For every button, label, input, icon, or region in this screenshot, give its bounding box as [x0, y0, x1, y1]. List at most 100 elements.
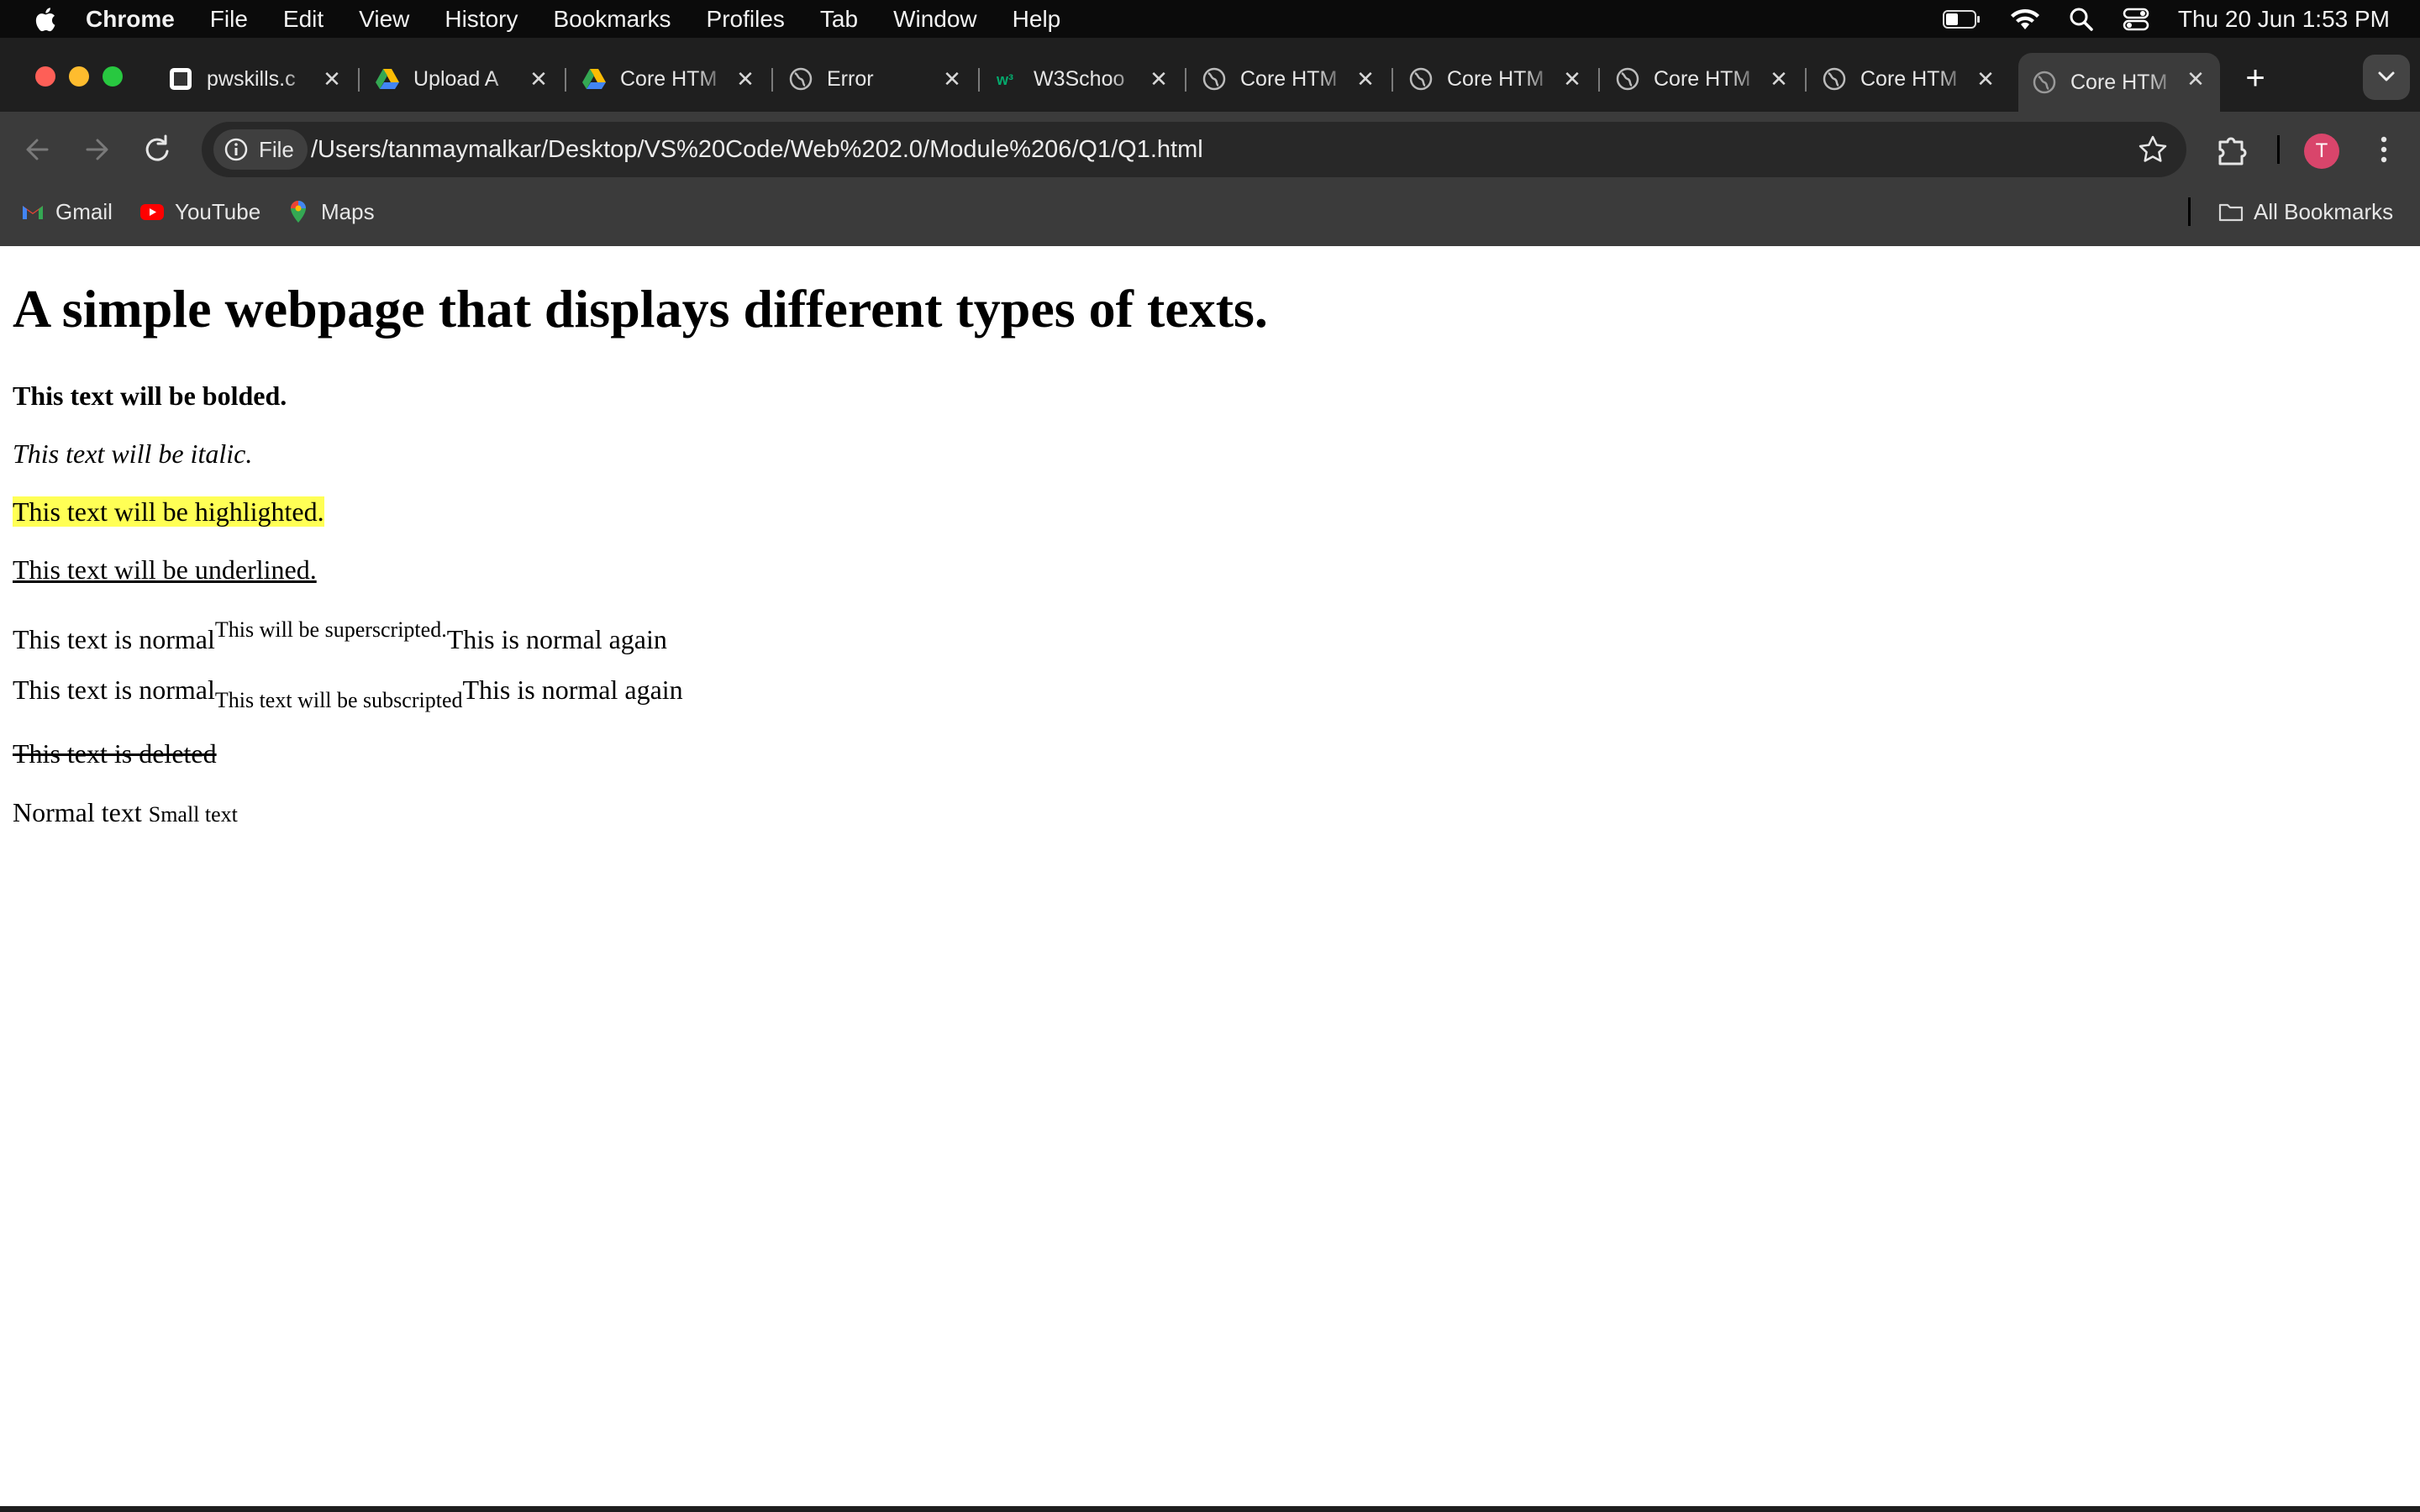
superscript-text: This will be superscripted.	[214, 617, 447, 642]
wifi-icon[interactable]	[2010, 8, 2040, 31]
close-tab-icon[interactable]: ✕	[1146, 66, 1171, 92]
browser-toolbar: File /Users/tanmaymalkar/Desktop/VS%20Co…	[0, 112, 2420, 187]
tab-core-html-active[interactable]: Core HTM ✕	[2018, 53, 2220, 112]
bookmark-youtube[interactable]: YouTube	[139, 187, 260, 236]
tab-title: W3Schoo	[1034, 66, 1125, 91]
tab-core-html-4[interactable]: Core HTM ✕	[1602, 53, 1807, 105]
menu-file[interactable]: File	[210, 6, 248, 33]
close-tab-icon[interactable]: ✕	[319, 66, 345, 92]
tab-title: Error	[827, 66, 874, 91]
tab-strip: pwskills.c ✕ Upload A ✕ Core HTM ✕ Error…	[0, 38, 2420, 112]
superscript-line: This text is normalThis will be superscr…	[13, 617, 667, 655]
tab-title: Core HTM	[1240, 66, 1338, 91]
highlight-line: This text will be highlighted.	[13, 496, 324, 528]
tab-w3schools[interactable]: w³ W3Schoo ✕	[981, 53, 1186, 105]
tab-separator	[565, 68, 566, 92]
bookmark-star-icon[interactable]	[2138, 134, 2168, 165]
window-bottom-edge	[0, 1506, 2420, 1512]
bold-text: This text will be bolded.	[13, 381, 287, 411]
all-bookmarks-button[interactable]: All Bookmarks	[2218, 187, 2393, 236]
globe-icon	[1823, 67, 1846, 91]
tab-separator	[1598, 68, 1600, 92]
apple-menu-icon[interactable]	[32, 5, 57, 34]
page-content: A simple webpage that displays different…	[0, 246, 2420, 1506]
close-tab-icon[interactable]: ✕	[1766, 66, 1791, 92]
normal-again-text: This is normal again	[446, 624, 667, 654]
close-tab-icon[interactable]: ✕	[1973, 66, 1998, 92]
control-center-icon[interactable]	[2123, 7, 2149, 32]
more-menu-icon[interactable]	[2365, 130, 2403, 169]
bookmarks-divider	[2188, 197, 2191, 226]
svg-text:w³: w³	[996, 71, 1013, 88]
forward-arrow-icon[interactable]	[76, 129, 118, 171]
tab-upload[interactable]: Upload A ✕	[361, 53, 566, 105]
tab-separator	[1805, 68, 1807, 92]
drive-icon	[582, 69, 606, 89]
tab-core-html-2[interactable]: Core HTM ✕	[1188, 53, 1393, 105]
toolbar-divider	[2277, 135, 2280, 164]
close-tab-icon[interactable]: ✕	[939, 66, 965, 92]
globe-icon	[1202, 67, 1226, 91]
youtube-icon	[140, 204, 164, 220]
menu-tab[interactable]: Tab	[820, 6, 858, 33]
battery-icon[interactable]	[1942, 9, 1981, 29]
extensions-icon[interactable]	[2213, 130, 2252, 169]
tab-title: Core HTM	[1654, 66, 1751, 91]
chevron-down-icon	[2378, 71, 2395, 81]
bookmark-label: Gmail	[55, 198, 113, 224]
window-zoom-button[interactable]	[103, 66, 123, 87]
menu-window[interactable]: Window	[893, 6, 977, 33]
pwskills-icon	[170, 68, 192, 90]
close-tab-icon[interactable]: ✕	[733, 66, 758, 92]
highlighted-text: This text will be highlighted.	[13, 496, 324, 527]
url-text[interactable]: /Users/tanmaymalkar/Desktop/VS%20Code/We…	[311, 122, 1203, 177]
bookmark-label: YouTube	[175, 198, 261, 224]
menu-help[interactable]: Help	[1013, 6, 1061, 33]
close-tab-icon[interactable]: ✕	[1560, 66, 1585, 92]
close-tab-icon[interactable]: ✕	[526, 66, 551, 92]
profile-avatar[interactable]: T	[2304, 134, 2339, 169]
close-tab-icon[interactable]: ✕	[1353, 66, 1378, 92]
tab-title: pwskills.c	[207, 66, 296, 91]
site-info-chip[interactable]: File	[213, 129, 308, 170]
spotlight-search-icon[interactable]	[2069, 7, 2094, 32]
normal-text: This text is normal	[13, 624, 215, 654]
back-arrow-icon[interactable]	[17, 129, 59, 171]
tab-core-html-3[interactable]: Core HTM ✕	[1395, 53, 1600, 105]
bookmark-maps[interactable]: Maps	[286, 187, 375, 236]
bookmark-label: Maps	[321, 198, 375, 224]
menu-edit[interactable]: Edit	[283, 6, 324, 33]
menu-profiles[interactable]: Profiles	[707, 6, 785, 33]
subscript-line: This text is normalThis text will be sub…	[13, 675, 683, 713]
menu-app-chrome[interactable]: Chrome	[86, 6, 175, 33]
tab-error[interactable]: Error ✕	[775, 53, 980, 105]
tab-core-html-5[interactable]: Core HTM ✕	[1808, 53, 2010, 105]
small-text: Small text	[148, 802, 238, 827]
tab-pwskills[interactable]: pwskills.c ✕	[155, 53, 360, 105]
menu-view[interactable]: View	[359, 6, 409, 33]
address-bar[interactable]: File /Users/tanmaymalkar/Desktop/VS%20Co…	[202, 122, 2186, 177]
menu-history[interactable]: History	[445, 6, 518, 33]
tab-separator	[771, 68, 773, 92]
bookmark-gmail[interactable]: Gmail	[20, 187, 113, 236]
folder-icon	[2218, 203, 2244, 222]
new-tab-button[interactable]: +	[2232, 55, 2279, 102]
close-tab-icon[interactable]: ✕	[2183, 66, 2208, 92]
small-text-line: Normal text Small text	[13, 797, 238, 828]
tab-title: Core HTM	[1447, 66, 1544, 91]
reload-icon[interactable]	[136, 129, 178, 171]
gmail-icon	[23, 206, 43, 219]
globe-icon	[1409, 67, 1433, 91]
menu-bookmarks[interactable]: Bookmarks	[553, 6, 671, 33]
tab-separator	[978, 68, 980, 92]
menu-bar-clock[interactable]: Thu 20 Jun 1:53 PM	[2178, 6, 2390, 33]
drive-icon	[376, 69, 399, 89]
tab-core-html-drive[interactable]: Core HTM ✕	[568, 53, 773, 105]
tab-title: Core HTM	[2070, 70, 2168, 94]
window-minimize-button[interactable]	[69, 66, 89, 87]
tab-title: Upload A	[413, 66, 499, 91]
window-close-button[interactable]	[35, 66, 55, 87]
tab-search-button[interactable]	[2363, 55, 2410, 100]
all-bookmarks-label: All Bookmarks	[2254, 198, 2394, 224]
site-chip-label: File	[259, 136, 294, 162]
